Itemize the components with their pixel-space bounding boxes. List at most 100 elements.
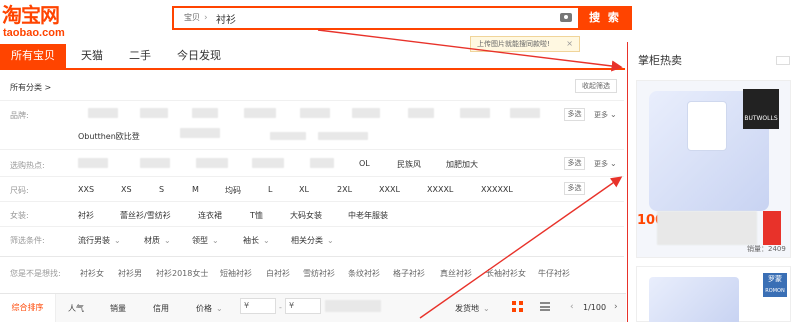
brand-item[interactable]: Obutthen欧比登 xyxy=(78,131,140,142)
brand-logo[interactable] xyxy=(300,108,330,118)
search-category-select[interactable]: 宝贝 xyxy=(178,8,214,28)
product-sales: 销量：2409 xyxy=(747,245,786,253)
sort-credit[interactable]: 信用 xyxy=(153,303,169,314)
hot-item[interactable] xyxy=(310,158,334,168)
price-max-input[interactable]: ¥ xyxy=(285,298,321,314)
breadcrumb[interactable]: 所有分类 > xyxy=(10,82,51,93)
price-separator: - xyxy=(279,303,282,312)
size-item[interactable]: XXS xyxy=(78,185,94,194)
divider xyxy=(0,100,624,101)
suggest-item[interactable]: 长袖衬衫女 xyxy=(486,268,526,279)
category-item[interactable]: 蕾丝衫/雪纺衫 xyxy=(120,210,171,221)
sort-default[interactable]: 综合排序 xyxy=(0,294,56,322)
hot-item[interactable] xyxy=(196,158,228,168)
brand-logo[interactable] xyxy=(408,108,434,118)
suggest-item[interactable]: 短袖衬衫 xyxy=(220,268,252,279)
product-card[interactable]: 罗蒙 ROMON xyxy=(636,266,791,322)
suggest-item[interactable]: 格子衬衫 xyxy=(393,268,425,279)
suggest-label: 您是不是想找: xyxy=(10,269,61,278)
category-item[interactable]: 衬衫 xyxy=(78,210,94,221)
hot-item[interactable] xyxy=(140,158,170,168)
category-item[interactable]: 连衣裙 xyxy=(198,210,222,221)
divider xyxy=(0,176,624,177)
size-item[interactable]: XXXXXL xyxy=(481,185,513,194)
brand-cn: 罗蒙 xyxy=(768,275,782,283)
product-image xyxy=(649,277,739,322)
brand-logo[interactable] xyxy=(180,128,220,138)
search-button[interactable]: 搜 索 xyxy=(578,6,632,30)
prev-page-icon[interactable]: ‹ xyxy=(570,302,574,312)
size-item[interactable]: XXXL xyxy=(379,185,400,194)
taobao-logo[interactable]: 淘宝网 xyxy=(2,4,60,26)
hot-item-plus[interactable]: 加肥加大 xyxy=(446,159,478,170)
multi-select-button[interactable]: 多选 xyxy=(564,157,585,170)
brand-logo[interactable] xyxy=(140,108,168,118)
panel-toggle[interactable] xyxy=(776,56,790,65)
brand-label: 品牌: xyxy=(10,111,29,120)
suggest-item[interactable]: 条纹衬衫 xyxy=(348,268,380,279)
hot-item-ethnic[interactable]: 民族风 xyxy=(397,159,421,170)
tab-today[interactable]: 今日发现 xyxy=(166,44,232,68)
category-item[interactable]: T恤 xyxy=(250,210,263,221)
hot-item-ol[interactable]: OL xyxy=(359,159,370,168)
condition-dropdown[interactable]: 相关分类 xyxy=(291,235,334,246)
size-item[interactable]: XXXXL xyxy=(427,185,453,194)
hot-item[interactable] xyxy=(78,158,108,168)
condition-dropdown[interactable]: 领型 xyxy=(192,235,219,246)
category-item[interactable]: 大码女装 xyxy=(290,210,322,221)
size-label: 尺码: xyxy=(10,186,29,195)
brand-logo[interactable] xyxy=(244,108,276,118)
brand-logo[interactable] xyxy=(460,108,490,118)
size-item[interactable]: XL xyxy=(299,185,309,194)
more-button[interactable]: 更多 xyxy=(594,110,617,120)
tab-secondhand[interactable]: 二手 xyxy=(118,44,162,68)
condition-dropdown[interactable]: 袖长 xyxy=(243,235,270,246)
divider xyxy=(0,201,624,202)
condition-dropdown[interactable]: 流行男装 xyxy=(78,235,121,246)
brand-logo[interactable] xyxy=(352,108,380,118)
condition-label: 筛选条件: xyxy=(10,236,45,245)
suggest-item[interactable]: 衬衫男 xyxy=(118,268,142,279)
size-item[interactable]: 均码 xyxy=(225,185,241,196)
category-item[interactable]: 中老年服装 xyxy=(348,210,388,221)
size-item[interactable]: XS xyxy=(121,185,132,194)
brand-logo[interactable] xyxy=(192,108,218,118)
filter-checkbox-group[interactable] xyxy=(325,300,381,312)
ship-from-dropdown[interactable]: 发货地 xyxy=(455,303,490,314)
price-min-input[interactable]: ¥ xyxy=(240,298,276,314)
brand-logo[interactable] xyxy=(510,108,540,118)
brand-logo[interactable] xyxy=(270,132,306,140)
sort-sales[interactable]: 销量 xyxy=(110,303,126,314)
condition-dropdown[interactable]: 材质 xyxy=(144,235,171,246)
size-item[interactable]: M xyxy=(192,185,199,194)
suggest-item[interactable]: 白衬衫 xyxy=(266,268,290,279)
grid-view-icon[interactable] xyxy=(512,301,523,312)
sort-popularity[interactable]: 人气 xyxy=(68,303,84,314)
suggest-item[interactable]: 衬衫女 xyxy=(80,268,104,279)
collapse-filter-button[interactable]: 收起筛选 xyxy=(575,79,617,93)
list-view-icon[interactable] xyxy=(540,302,550,311)
suggest-item[interactable]: 真丝衬衫 xyxy=(440,268,472,279)
panel-border xyxy=(627,42,628,322)
more-button[interactable]: 更多 xyxy=(594,159,617,169)
size-item[interactable]: 2XL xyxy=(337,185,352,194)
suggest-item[interactable]: 衬衫2018女士 xyxy=(156,268,208,279)
size-item[interactable]: L xyxy=(268,185,272,194)
divider xyxy=(0,149,624,150)
size-item[interactable]: S xyxy=(159,185,164,194)
next-page-icon[interactable]: › xyxy=(614,302,618,312)
tab-all[interactable]: 所有宝贝 xyxy=(0,44,66,68)
product-card[interactable]: BUTWOLLS 100 销量：2409 xyxy=(636,80,791,258)
multi-select-button[interactable]: 多选 xyxy=(564,182,585,195)
multi-select-button[interactable]: 多选 xyxy=(564,108,585,121)
hot-item[interactable] xyxy=(252,158,284,168)
brand-logo: 罗蒙 ROMON xyxy=(763,273,787,297)
suggest-item[interactable]: 牛仔衬衫 xyxy=(538,268,570,279)
tab-tmall[interactable]: 天猫 xyxy=(68,44,116,68)
camera-icon[interactable] xyxy=(560,13,572,22)
sort-price[interactable]: 价格 xyxy=(196,303,223,314)
brand-logo[interactable] xyxy=(88,108,118,118)
brand-logo[interactable] xyxy=(318,132,368,140)
hot-label: 选购热点: xyxy=(10,161,45,170)
suggest-item[interactable]: 雪纺衬衫 xyxy=(303,268,335,279)
